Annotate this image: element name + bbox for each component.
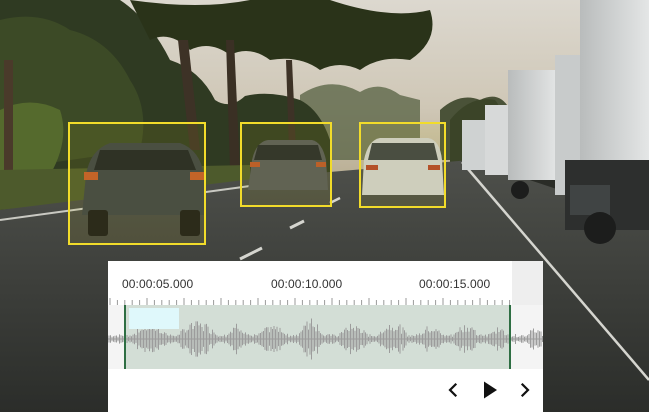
timestamp-label: 00:00:10.000 [271,277,343,291]
timestamp-label: 00:00:05.000 [122,277,194,291]
timeline-panel: 00:00:05.000 00:00:10.000 00:00:15.000 [108,261,543,412]
detection-box-car-2[interactable] [240,122,332,207]
play-icon [484,381,497,399]
time-ruler[interactable]: 00:00:05.000 00:00:10.000 00:00:15.000 [108,261,543,305]
detection-box-car-1[interactable] [68,122,206,245]
next-button[interactable] [513,378,537,402]
detection-box-car-3[interactable] [359,122,446,208]
previous-button[interactable] [441,378,465,402]
ruler-ticks [109,298,511,305]
selection-end-handle[interactable] [509,305,511,369]
chevron-right-icon [520,382,530,398]
playback-controls [108,369,543,412]
chevron-left-icon [448,382,458,398]
ruler-end-fade [512,261,543,305]
audio-track[interactable] [108,305,543,369]
selection-start-handle[interactable] [124,305,126,369]
subtitle-segment[interactable] [129,308,179,329]
play-button[interactable] [478,378,502,402]
timestamp-label: 00:00:15.000 [419,277,491,291]
